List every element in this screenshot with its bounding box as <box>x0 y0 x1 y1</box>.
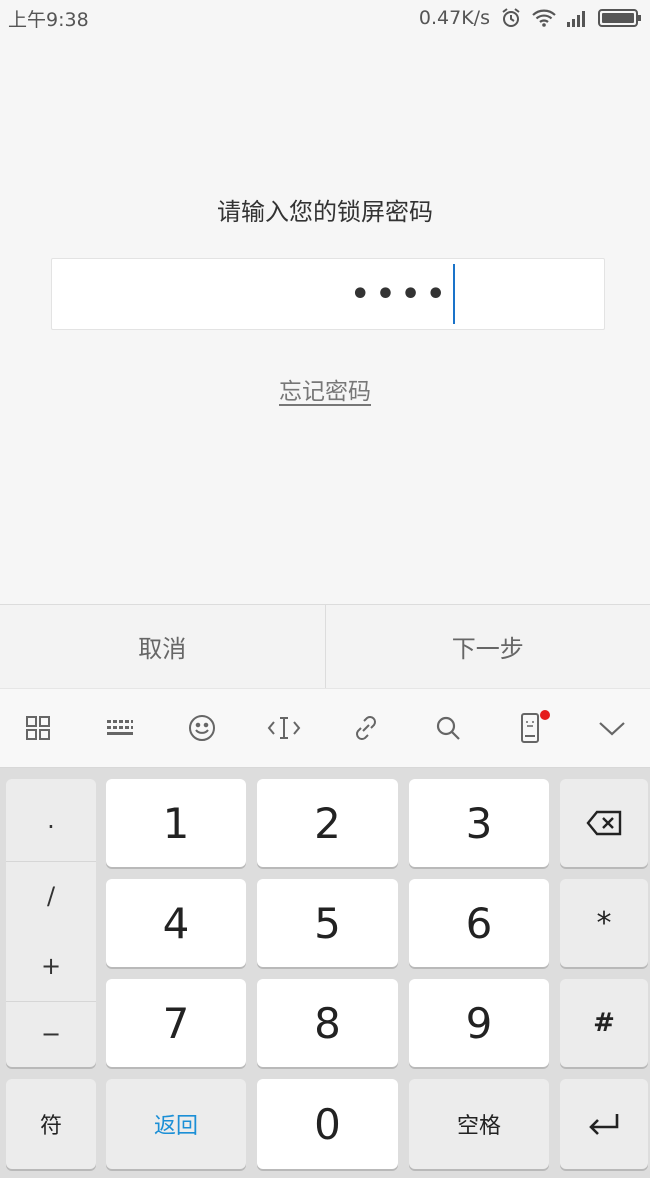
key-4[interactable]: 4 <box>106 879 246 967</box>
keyboard-icon[interactable] <box>94 702 146 754</box>
hash-key[interactable]: # <box>560 979 648 1067</box>
key-5[interactable]: 5 <box>257 879 398 967</box>
chevron-down-icon[interactable] <box>586 702 638 754</box>
text-cursor <box>453 264 456 324</box>
grid-icon[interactable] <box>12 702 64 754</box>
space-key[interactable]: 空格 <box>409 1079 549 1169</box>
key-7[interactable]: 7 <box>106 979 246 1067</box>
search-icon[interactable] <box>422 702 474 754</box>
key-3[interactable]: 3 <box>409 779 549 867</box>
link-icon[interactable] <box>340 702 392 754</box>
key-1[interactable]: 1 <box>106 779 246 867</box>
phone-icon[interactable] <box>504 702 556 754</box>
back-key[interactable]: 返回 <box>106 1079 246 1169</box>
next-button[interactable]: 下一步 <box>324 605 650 688</box>
backspace-key[interactable] <box>560 779 648 867</box>
numeric-keyboard: . / + − 1 2 3 4 5 6 * 7 8 9 # 符 返回 0 空格 <box>0 768 650 1178</box>
star-key[interactable]: * <box>560 879 648 967</box>
alarm-icon <box>500 7 522 29</box>
notification-dot <box>540 710 550 720</box>
cursor-move-icon[interactable] <box>258 702 310 754</box>
status-bar: 上午9:38 0.47K/s <box>0 0 650 36</box>
key-6[interactable]: 6 <box>409 879 549 967</box>
password-input[interactable]: •••• <box>51 258 605 330</box>
enter-key[interactable] <box>560 1079 648 1169</box>
symbol-key-slash[interactable]: / <box>6 861 96 931</box>
key-8[interactable]: 8 <box>257 979 398 1067</box>
emoji-icon[interactable] <box>176 702 228 754</box>
status-right: 0.47K/s <box>419 7 642 29</box>
symbol-key-plus[interactable]: + <box>6 931 96 1001</box>
symbol-key-minus[interactable]: − <box>6 1001 96 1067</box>
enter-icon <box>589 1114 619 1135</box>
symbol-key-dot[interactable]: . <box>6 779 96 861</box>
forgot-password-row: 忘记密码 <box>0 372 650 406</box>
battery-icon <box>598 8 642 28</box>
key-2[interactable]: 2 <box>257 779 398 867</box>
prompt-title: 请输入您的锁屏密码 <box>217 198 433 226</box>
key-0[interactable]: 0 <box>257 1079 398 1169</box>
backspace-icon <box>586 810 622 836</box>
symbols-key[interactable]: 符 <box>6 1079 96 1169</box>
status-time: 上午9:38 <box>8 8 89 31</box>
action-bar: 取消 下一步 <box>0 604 650 688</box>
network-speed: 0.47K/s <box>418 7 490 29</box>
symbol-column: . / + − <box>6 779 96 1067</box>
cancel-button[interactable]: 取消 <box>0 605 325 688</box>
key-9[interactable]: 9 <box>409 979 549 1067</box>
signal-icon <box>566 9 588 27</box>
wifi-icon <box>532 8 556 28</box>
forgot-password-link[interactable]: 忘记密码 <box>279 379 371 405</box>
keyboard-toolbar <box>0 688 650 768</box>
password-mask: •••• <box>350 276 452 312</box>
